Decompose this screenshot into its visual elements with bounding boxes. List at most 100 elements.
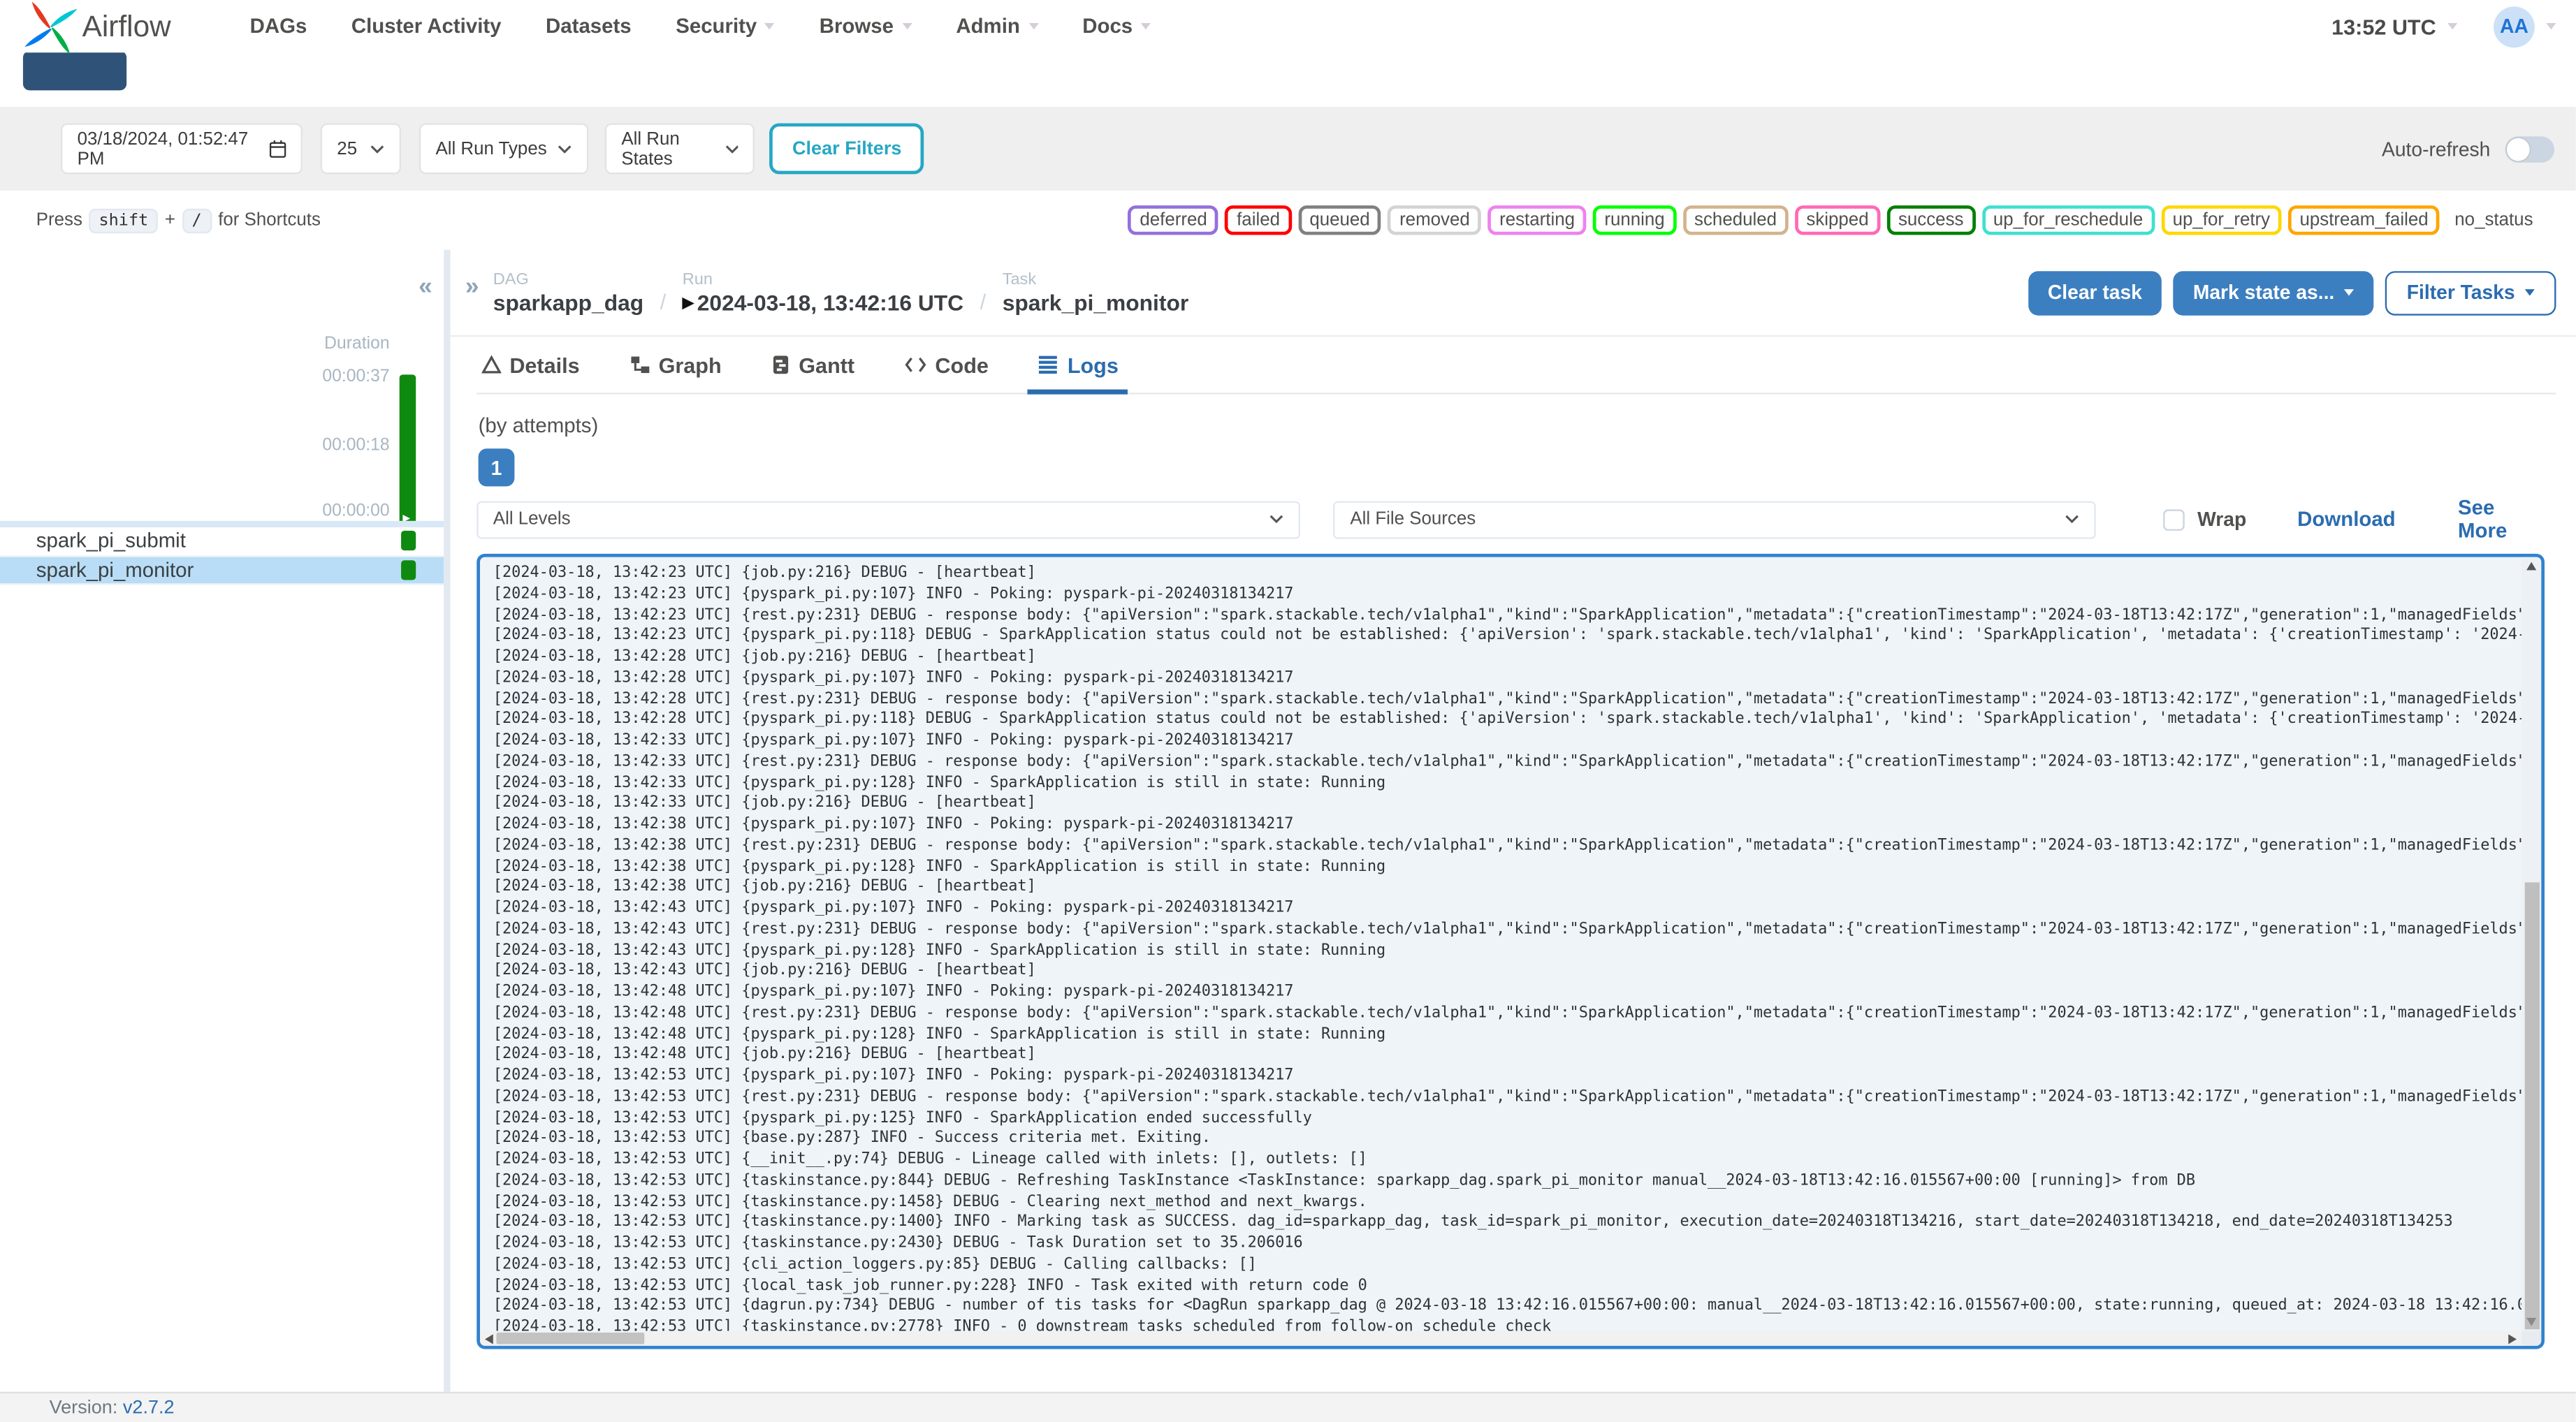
tab-details[interactable]: Details: [476, 337, 584, 393]
state-badge[interactable]: success: [1886, 205, 1975, 235]
nav-menu-label: DAGs: [249, 15, 307, 38]
airflow-pinwheel-icon: [24, 1, 78, 54]
state-badge[interactable]: up_for_retry: [2161, 205, 2282, 235]
task-row-spark-pi-submit[interactable]: spark_pi_submit: [0, 527, 444, 557]
page-size-select[interactable]: 25: [320, 123, 402, 175]
vertical-scroll-thumb[interactable]: [2524, 882, 2539, 1330]
auto-refresh-toggle[interactable]: [2505, 135, 2555, 162]
log-output-panel: [2024-03-18, 13:42:23 UTC] {job.py:216} …: [476, 553, 2545, 1349]
wrap-checkbox[interactable]: [2162, 508, 2185, 530]
auto-refresh-label: Auto-refresh: [2381, 137, 2491, 161]
log-line: [2024-03-18, 13:42:53 UTC] {local_task_j…: [493, 1275, 1367, 1294]
main-menu: DAGs Cluster Activity Datasets Security: [250, 15, 1151, 38]
state-badge[interactable]: scheduled: [1682, 205, 1789, 235]
log-line: [2024-03-18, 13:42:43 UTC] {job.py:216} …: [493, 961, 1036, 980]
nav-menu-item[interactable]: DAGs: [250, 15, 307, 38]
file-sources-select[interactable]: All File Sources: [1333, 500, 2096, 538]
log-line: [2024-03-18, 13:42:28 UTC] {rest.py:231}…: [493, 689, 2522, 708]
download-link[interactable]: Download: [2297, 508, 2396, 531]
avatar[interactable]: AA: [2494, 6, 2535, 47]
state-badge[interactable]: restarting: [1487, 205, 1587, 235]
base-date-input[interactable]: 03/18/2024, 01:52:47 PM: [61, 123, 303, 175]
task-row-spark-pi-monitor[interactable]: spark_pi_monitor: [0, 556, 444, 585]
breadcrumb-run-value: 2024-03-18, 13:42:16 UTC: [697, 290, 964, 315]
collapse-sidebar-icon[interactable]: «: [419, 273, 432, 301]
state-badge[interactable]: failed: [1225, 205, 1292, 235]
nav-menu-item[interactable]: Cluster Activity: [351, 15, 502, 38]
dag-run-duration-bar[interactable]: ▶: [399, 374, 416, 526]
mark-state-as-button[interactable]: Mark state as...: [2173, 270, 2374, 315]
task-status-square-success[interactable]: [401, 531, 416, 551]
caret-down-icon: [1140, 22, 1151, 30]
state-badge[interactable]: running: [1592, 205, 1677, 235]
nav-menu-item[interactable]: Docs: [1082, 15, 1151, 38]
horizontal-scroll-thumb[interactable]: [496, 1333, 645, 1344]
tab-label: Logs: [1067, 352, 1119, 377]
log-line: [2024-03-18, 13:42:33 UTC] {pyspark_pi.p…: [493, 772, 1386, 791]
log-horizontal-scrollbar[interactable]: [479, 1331, 2522, 1346]
nav-menu-item[interactable]: Admin: [956, 15, 1038, 38]
scroll-down-icon[interactable]: [2525, 1317, 2536, 1326]
state-badge[interactable]: skipped: [1794, 205, 1881, 235]
by-attempts-label: (by attempts): [478, 413, 599, 437]
breadcrumb: DAG sparkapp_dag / Run ▶ 2024-03-18, 13:4…: [493, 270, 1188, 315]
log-line: [2024-03-18, 13:42:53 UTC] {dagrun.py:73…: [493, 1296, 2522, 1315]
duration-tick: 00:00:00: [322, 501, 390, 521]
run-types-select[interactable]: All Run Types: [419, 123, 589, 175]
nav-menu-item[interactable]: Browse: [820, 15, 912, 38]
state-badge[interactable]: up_for_reschedule: [1981, 205, 2155, 235]
breadcrumb-run[interactable]: Run ▶ 2024-03-18, 13:42:16 UTC: [683, 270, 963, 315]
log-vertical-scrollbar[interactable]: [2522, 557, 2542, 1331]
state-badge[interactable]: deferred: [1128, 205, 1219, 235]
state-badge[interactable]: queued: [1297, 205, 1382, 235]
tab-code[interactable]: Code: [899, 337, 994, 393]
state-badge[interactable]: removed: [1388, 205, 1482, 235]
log-line: [2024-03-18, 13:42:43 UTC] {rest.py:231}…: [493, 919, 2522, 938]
see-more-link[interactable]: See More: [2458, 497, 2545, 543]
log-line: [2024-03-18, 13:42:38 UTC] {rest.py:231}…: [493, 835, 2522, 854]
attempt-1-button[interactable]: 1: [478, 448, 515, 487]
state-badge[interactable]: no_status: [2446, 208, 2542, 232]
expand-sidebar-icon[interactable]: »: [465, 273, 479, 301]
shortcuts-text: Press: [36, 210, 82, 230]
run-states-select[interactable]: All Run States: [604, 123, 755, 175]
sidebar-resize-divider[interactable]: [444, 249, 451, 1391]
navbar-right: 13:52 UTC AA: [2331, 6, 2556, 47]
breadcrumb-task-caption: Task: [1002, 270, 1037, 288]
log-line: [2024-03-18, 13:42:38 UTC] {pyspark_pi.p…: [493, 814, 1294, 833]
airflow-app: Airflow DAGs Cluster Activity Datasets S…: [0, 0, 2576, 1422]
breadcrumb-dag[interactable]: DAG sparkapp_dag: [493, 270, 643, 315]
caret-down-icon: [1028, 22, 1038, 30]
filter-tasks-label: Filter Tasks: [2406, 281, 2515, 305]
log-line: [2024-03-18, 13:42:28 UTC] {pyspark_pi.p…: [493, 710, 2522, 728]
scroll-right-icon[interactable]: [2508, 1333, 2517, 1344]
log-line: [2024-03-18, 13:42:43 UTC] {pyspark_pi.p…: [493, 940, 1386, 959]
breadcrumb-run-caption: Run: [682, 270, 713, 288]
filter-tasks-button[interactable]: Filter Tasks: [2385, 270, 2556, 315]
log-levels-select[interactable]: All Levels: [476, 500, 1301, 538]
tab-logs[interactable]: Logs: [1028, 337, 1129, 395]
log-line: [2024-03-18, 13:42:33 UTC] {pyspark_pi.p…: [493, 731, 1294, 749]
log-levels-value: All Levels: [493, 509, 571, 529]
tab-gantt[interactable]: Gantt: [766, 337, 859, 393]
log-line: [2024-03-18, 13:42:28 UTC] {job.py:216} …: [493, 647, 1036, 666]
version-link[interactable]: v2.7.2: [123, 1398, 175, 1417]
state-badge[interactable]: upstream_failed: [2287, 205, 2440, 235]
airflow-logo[interactable]: Airflow: [23, 0, 171, 57]
clear-filters-button[interactable]: Clear Filters: [769, 123, 925, 175]
nav-menu-item[interactable]: Security: [676, 15, 776, 38]
breadcrumb-task[interactable]: Task spark_pi_monitor: [1003, 270, 1189, 315]
sidebar-scroll-track[interactable]: [0, 520, 444, 527]
scroll-left-icon[interactable]: [485, 1333, 493, 1344]
tab-graph[interactable]: Graph: [624, 337, 727, 393]
scroll-up-icon[interactable]: [2525, 562, 2536, 571]
log-line: [2024-03-18, 13:42:48 UTC] {job.py:216} …: [493, 1045, 1036, 1064]
clear-task-button[interactable]: Clear task: [2028, 270, 2162, 315]
tab-label: Code: [935, 352, 989, 377]
clock-label[interactable]: 13:52 UTC: [2331, 14, 2436, 38]
gantt-icon: [773, 356, 788, 374]
page-size-value: 25: [337, 138, 358, 159]
nav-menu-item[interactable]: Datasets: [546, 15, 632, 38]
log-line: [2024-03-18, 13:42:53 UTC] {pyspark_pi.p…: [493, 1108, 1312, 1127]
task-status-square-success[interactable]: [401, 559, 416, 580]
